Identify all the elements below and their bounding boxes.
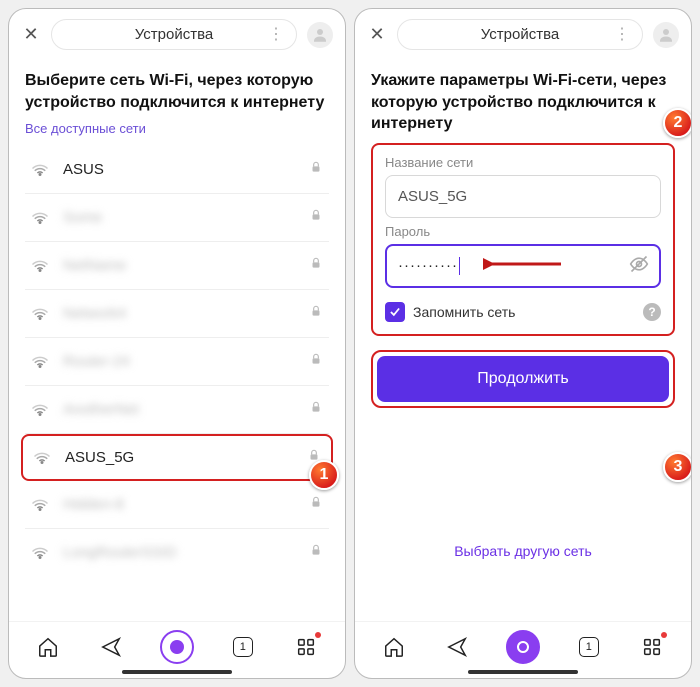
title-pill[interactable]: Устройства ⋮ <box>397 19 643 50</box>
lock-icon <box>309 304 323 323</box>
continue-wrap: Продолжить <box>371 350 675 408</box>
page-heading: Выберите сеть Wi-Fi, через которую устро… <box>25 70 329 113</box>
notification-dot <box>315 632 321 638</box>
password-label: Пароль <box>385 224 661 239</box>
alice-icon[interactable] <box>506 630 540 664</box>
wifi-icon <box>31 353 51 371</box>
bottom-nav: 1 <box>9 621 345 670</box>
subhead-link[interactable]: Все доступные сети <box>25 121 329 136</box>
home-indicator <box>468 670 578 674</box>
tabs-icon[interactable]: 1 <box>575 633 603 661</box>
user-icon <box>657 26 675 44</box>
content-left: Выберите сеть Wi-Fi, через которую устро… <box>9 60 345 621</box>
password-input[interactable]: ·········· <box>385 244 661 288</box>
network-name: AnotherNet <box>63 401 297 418</box>
home-indicator <box>122 670 232 674</box>
send-icon[interactable] <box>443 633 471 661</box>
bottom-nav: 1 <box>355 621 691 670</box>
network-name: LongRouterSSID <box>63 544 297 561</box>
lock-icon <box>309 495 323 514</box>
network-item[interactable]: LongRouterSSID <box>25 529 329 576</box>
header-title: Устройства <box>135 26 213 43</box>
close-icon[interactable]: ✕ <box>21 24 41 45</box>
annotation-badge-1: 1 <box>309 460 339 490</box>
form-box: Название сети ASUS_5G Пароль ·········· … <box>371 143 675 336</box>
network-name: NetName <box>63 257 297 274</box>
network-name: ASUS_5G <box>65 449 295 466</box>
lock-icon <box>309 543 323 562</box>
page-heading: Укажите параметры Wi-Fi-сети, через кото… <box>371 70 675 135</box>
ssid-input[interactable]: ASUS_5G <box>385 175 661 218</box>
network-name: Some <box>63 209 297 226</box>
home-icon[interactable] <box>34 633 62 661</box>
wifi-icon <box>33 449 53 467</box>
lock-icon <box>309 352 323 371</box>
lock-icon <box>309 256 323 275</box>
wifi-icon <box>31 161 51 179</box>
phone-right: ✕ Устройства ⋮ Укажите параметры Wi-Fi-с… <box>354 8 692 679</box>
close-icon[interactable]: ✕ <box>367 24 387 45</box>
network-item[interactable]: NetName <box>25 242 329 290</box>
network-name: Hidden-8 <box>63 496 297 513</box>
wifi-icon <box>31 257 51 275</box>
user-icon <box>311 26 329 44</box>
header: ✕ Устройства ⋮ <box>355 9 691 60</box>
ssid-label: Название сети <box>385 155 661 170</box>
wifi-icon <box>31 496 51 514</box>
header: ✕ Устройства ⋮ <box>9 9 345 60</box>
lock-icon <box>309 160 323 179</box>
notification-dot <box>661 632 667 638</box>
lock-icon <box>309 208 323 227</box>
phone-left: ✕ Устройства ⋮ Выберите сеть Wi-Fi, чере… <box>8 8 346 679</box>
remember-label: Запомнить сеть <box>413 304 635 320</box>
network-item[interactable]: Some <box>25 194 329 242</box>
network-item[interactable]: Router-24 <box>25 338 329 386</box>
continue-button[interactable]: Продолжить <box>377 356 669 402</box>
network-item[interactable]: ASUS_5G <box>21 434 333 481</box>
header-title: Устройства <box>481 26 559 43</box>
menu-icon[interactable] <box>292 633 320 661</box>
wifi-icon <box>31 209 51 227</box>
network-list: ASUS Some NetName Network4 Router-24 AnotherN… <box>25 146 329 576</box>
network-item[interactable]: Network4 <box>25 290 329 338</box>
more-icon[interactable]: ⋮ <box>268 27 284 43</box>
network-name: Router-24 <box>63 353 297 370</box>
choose-other-network-link[interactable]: Выбрать другую сеть <box>355 543 691 559</box>
network-item[interactable]: AnotherNet <box>25 386 329 434</box>
alice-icon[interactable] <box>160 630 194 664</box>
remember-checkbox[interactable] <box>385 302 405 322</box>
annotation-badge-2: 2 <box>663 108 691 138</box>
send-icon[interactable] <box>97 633 125 661</box>
wifi-icon <box>31 544 51 562</box>
network-name: ASUS <box>63 161 297 178</box>
avatar[interactable] <box>307 22 333 48</box>
remember-row: Запомнить сеть ? <box>385 302 661 322</box>
wifi-icon <box>31 305 51 323</box>
lock-icon <box>309 400 323 419</box>
network-item[interactable]: ASUS <box>25 146 329 194</box>
arrow-annotation <box>483 254 563 278</box>
content-right: Укажите параметры Wi-Fi-сети, через кото… <box>355 60 691 621</box>
network-item[interactable]: Hidden-8 <box>25 481 329 529</box>
network-name: Network4 <box>63 305 297 322</box>
menu-icon[interactable] <box>638 633 666 661</box>
tabs-icon[interactable]: 1 <box>229 633 257 661</box>
more-icon[interactable]: ⋮ <box>614 27 630 43</box>
wifi-icon <box>31 401 51 419</box>
title-pill[interactable]: Устройства ⋮ <box>51 19 297 50</box>
eye-off-icon[interactable] <box>629 254 649 278</box>
annotation-badge-3: 3 <box>663 452 691 482</box>
home-icon[interactable] <box>380 633 408 661</box>
help-icon[interactable]: ? <box>643 303 661 321</box>
avatar[interactable] <box>653 22 679 48</box>
